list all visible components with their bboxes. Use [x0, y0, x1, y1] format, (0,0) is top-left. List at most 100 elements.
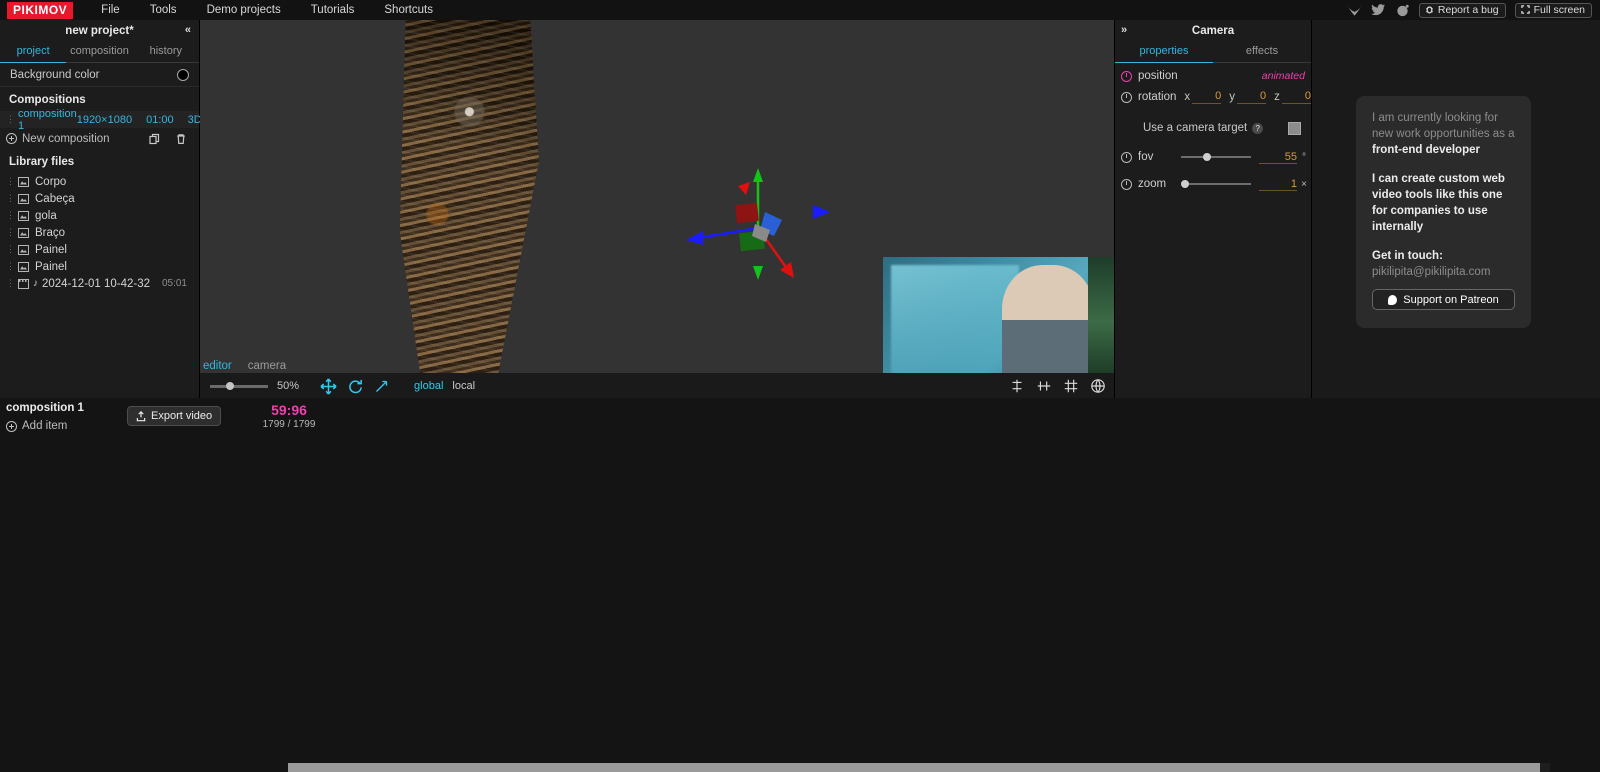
library-files-heading: Library files: [0, 149, 199, 173]
space-global-option[interactable]: global: [414, 380, 443, 392]
export-video-button[interactable]: Export video: [127, 406, 221, 426]
library-file-duration: 05:01: [162, 278, 187, 289]
fov-label: fov: [1138, 151, 1153, 163]
library-file-name: Painel: [35, 261, 67, 273]
composition-resolution: 1920×1080: [77, 114, 132, 126]
app-logo[interactable]: PIKIMOV: [7, 2, 73, 19]
camera-target-row: Use a camera target ?: [1115, 118, 1311, 138]
reddit-icon[interactable]: [1395, 3, 1410, 17]
duplicate-icon[interactable]: [149, 133, 161, 145]
add-item-button[interactable]: Add item: [6, 420, 67, 432]
zoom-value[interactable]: 1: [1259, 178, 1297, 191]
grid-icon[interactable]: [1063, 378, 1079, 394]
fov-slider[interactable]: [1181, 156, 1251, 158]
trash-icon[interactable]: [175, 133, 187, 145]
menu-item-tutorials[interactable]: Tutorials: [311, 4, 355, 16]
space-local-option[interactable]: local: [452, 380, 475, 392]
zoom-slider[interactable]: [1181, 183, 1251, 185]
drag-handle-icon[interactable]: ⋮: [6, 114, 14, 125]
drag-handle-icon[interactable]: ⋮: [6, 210, 14, 221]
tab-editor[interactable]: editor: [203, 360, 232, 372]
composition-list-item[interactable]: ⋮ composition 1 1920×1080 01:00 3D: [0, 111, 199, 128]
timeline-panel: composition 1 Export video 59:96 1799 / …: [0, 398, 1600, 772]
menubar-right-actions: Report a bug Full screen: [1347, 3, 1592, 18]
list-item[interactable]: ⋮ Corpo: [0, 173, 199, 190]
drag-handle-icon[interactable]: ⋮: [6, 244, 14, 255]
viewport-tabs: editor camera: [203, 360, 286, 372]
move-tool-icon[interactable]: [320, 378, 337, 395]
image-icon: [18, 194, 29, 204]
promo-paragraph-2: I can create custom web video tools like…: [1372, 171, 1515, 235]
tab-project[interactable]: project: [0, 42, 66, 63]
list-item[interactable]: ⋮ Cabeça: [0, 190, 199, 207]
viewport-transform-tools: [320, 378, 389, 395]
image-icon: [18, 262, 29, 272]
background-color-row[interactable]: Background color: [0, 63, 199, 87]
tab-camera[interactable]: camera: [248, 360, 286, 372]
rotation-z-axis-label: z: [1274, 91, 1280, 103]
list-item[interactable]: ⋮ Painel: [0, 241, 199, 258]
drag-handle-icon[interactable]: ⋮: [6, 227, 14, 238]
support-on-patreon-button[interactable]: Support on Patreon: [1372, 289, 1515, 310]
tab-properties[interactable]: properties: [1115, 42, 1213, 63]
align-horizontal-icon[interactable]: [1009, 378, 1025, 394]
stopwatch-icon[interactable]: [1121, 179, 1132, 190]
zoom-slider-knob[interactable]: [1181, 180, 1189, 188]
collapse-sidebar-icon[interactable]: «: [185, 24, 191, 36]
fov-value[interactable]: 55: [1259, 151, 1297, 164]
drag-handle-icon[interactable]: ⋮: [6, 278, 14, 289]
library-file-name: Painel: [35, 244, 67, 256]
rotation-x-input[interactable]: 0: [1192, 90, 1221, 104]
promo-area: I am currently looking for new work oppo…: [1312, 20, 1600, 398]
menu-item-demo-projects[interactable]: Demo projects: [207, 4, 281, 16]
report-bug-button[interactable]: Report a bug: [1419, 3, 1506, 18]
rotation-z-input[interactable]: 0: [1282, 90, 1311, 104]
list-item[interactable]: ⋮ gola: [0, 207, 199, 224]
promo-email[interactable]: pikilipita@pikilipita.com: [1372, 266, 1490, 278]
timeline-horizontal-scrollbar[interactable]: [288, 763, 1550, 772]
stopwatch-icon[interactable]: [1121, 152, 1132, 163]
globe-icon[interactable]: [1090, 378, 1106, 394]
list-item[interactable]: ⋮ Braço: [0, 224, 199, 241]
left-sidebar: new project* « project composition histo…: [0, 20, 200, 398]
transform-gizmo[interactable]: [670, 160, 850, 305]
pikimov-app: PIKIMOV File Tools Demo projects Tutoria…: [0, 0, 1600, 772]
drag-handle-icon[interactable]: ⋮: [6, 193, 14, 204]
menu-item-file[interactable]: File: [101, 4, 120, 16]
viewport-zoom-slider[interactable]: [210, 385, 268, 388]
zoom-label: zoom: [1138, 178, 1166, 190]
list-item[interactable]: ⋮ Painel: [0, 258, 199, 275]
zoom-slider-knob[interactable]: [226, 382, 234, 390]
properties-header: » Camera: [1115, 20, 1311, 42]
background-color-swatch[interactable]: [177, 69, 189, 81]
stopwatch-icon[interactable]: [1121, 71, 1132, 82]
stopwatch-icon[interactable]: [1121, 92, 1132, 103]
drag-handle-icon[interactable]: ⋮: [6, 261, 14, 272]
library-file-name: gola: [35, 210, 57, 222]
viewport-canvas[interactable]: [200, 20, 1114, 373]
fov-slider-knob[interactable]: [1203, 153, 1211, 161]
align-vertical-icon[interactable]: [1036, 378, 1052, 394]
rotate-tool-icon[interactable]: [347, 378, 364, 395]
tab-history[interactable]: history: [133, 42, 199, 63]
menu-item-tools[interactable]: Tools: [150, 4, 177, 16]
scale-tool-icon[interactable]: [374, 379, 389, 394]
menu-item-shortcuts[interactable]: Shortcuts: [384, 4, 433, 16]
viewport-zoom-value: 50%: [277, 380, 299, 392]
twitter-icon[interactable]: [1371, 3, 1386, 17]
drag-handle-icon[interactable]: ⋮: [6, 176, 14, 187]
camera-target-label: Use a camera target: [1143, 122, 1247, 134]
coordinate-space-toggle: global local: [414, 380, 475, 392]
help-icon[interactable]: ?: [1252, 123, 1263, 134]
tab-composition[interactable]: composition: [66, 42, 132, 63]
bluesky-icon[interactable]: [1347, 3, 1362, 17]
rotation-y-input[interactable]: 0: [1237, 90, 1266, 104]
expand-panel-icon[interactable]: »: [1121, 24, 1127, 36]
position-animated-badge: animated: [1262, 70, 1305, 82]
promo-paragraph-3: Get in touch: pikilipita@pikilipita.com: [1372, 248, 1515, 280]
tab-effects[interactable]: effects: [1213, 42, 1311, 63]
camera-target-checkbox[interactable]: [1288, 122, 1301, 135]
thumbnail-overlay: [891, 265, 1019, 373]
full-screen-button[interactable]: Full screen: [1515, 3, 1592, 18]
list-item[interactable]: ⋮ ♪ 2024-12-01 10-42-32 05:01: [0, 275, 199, 292]
